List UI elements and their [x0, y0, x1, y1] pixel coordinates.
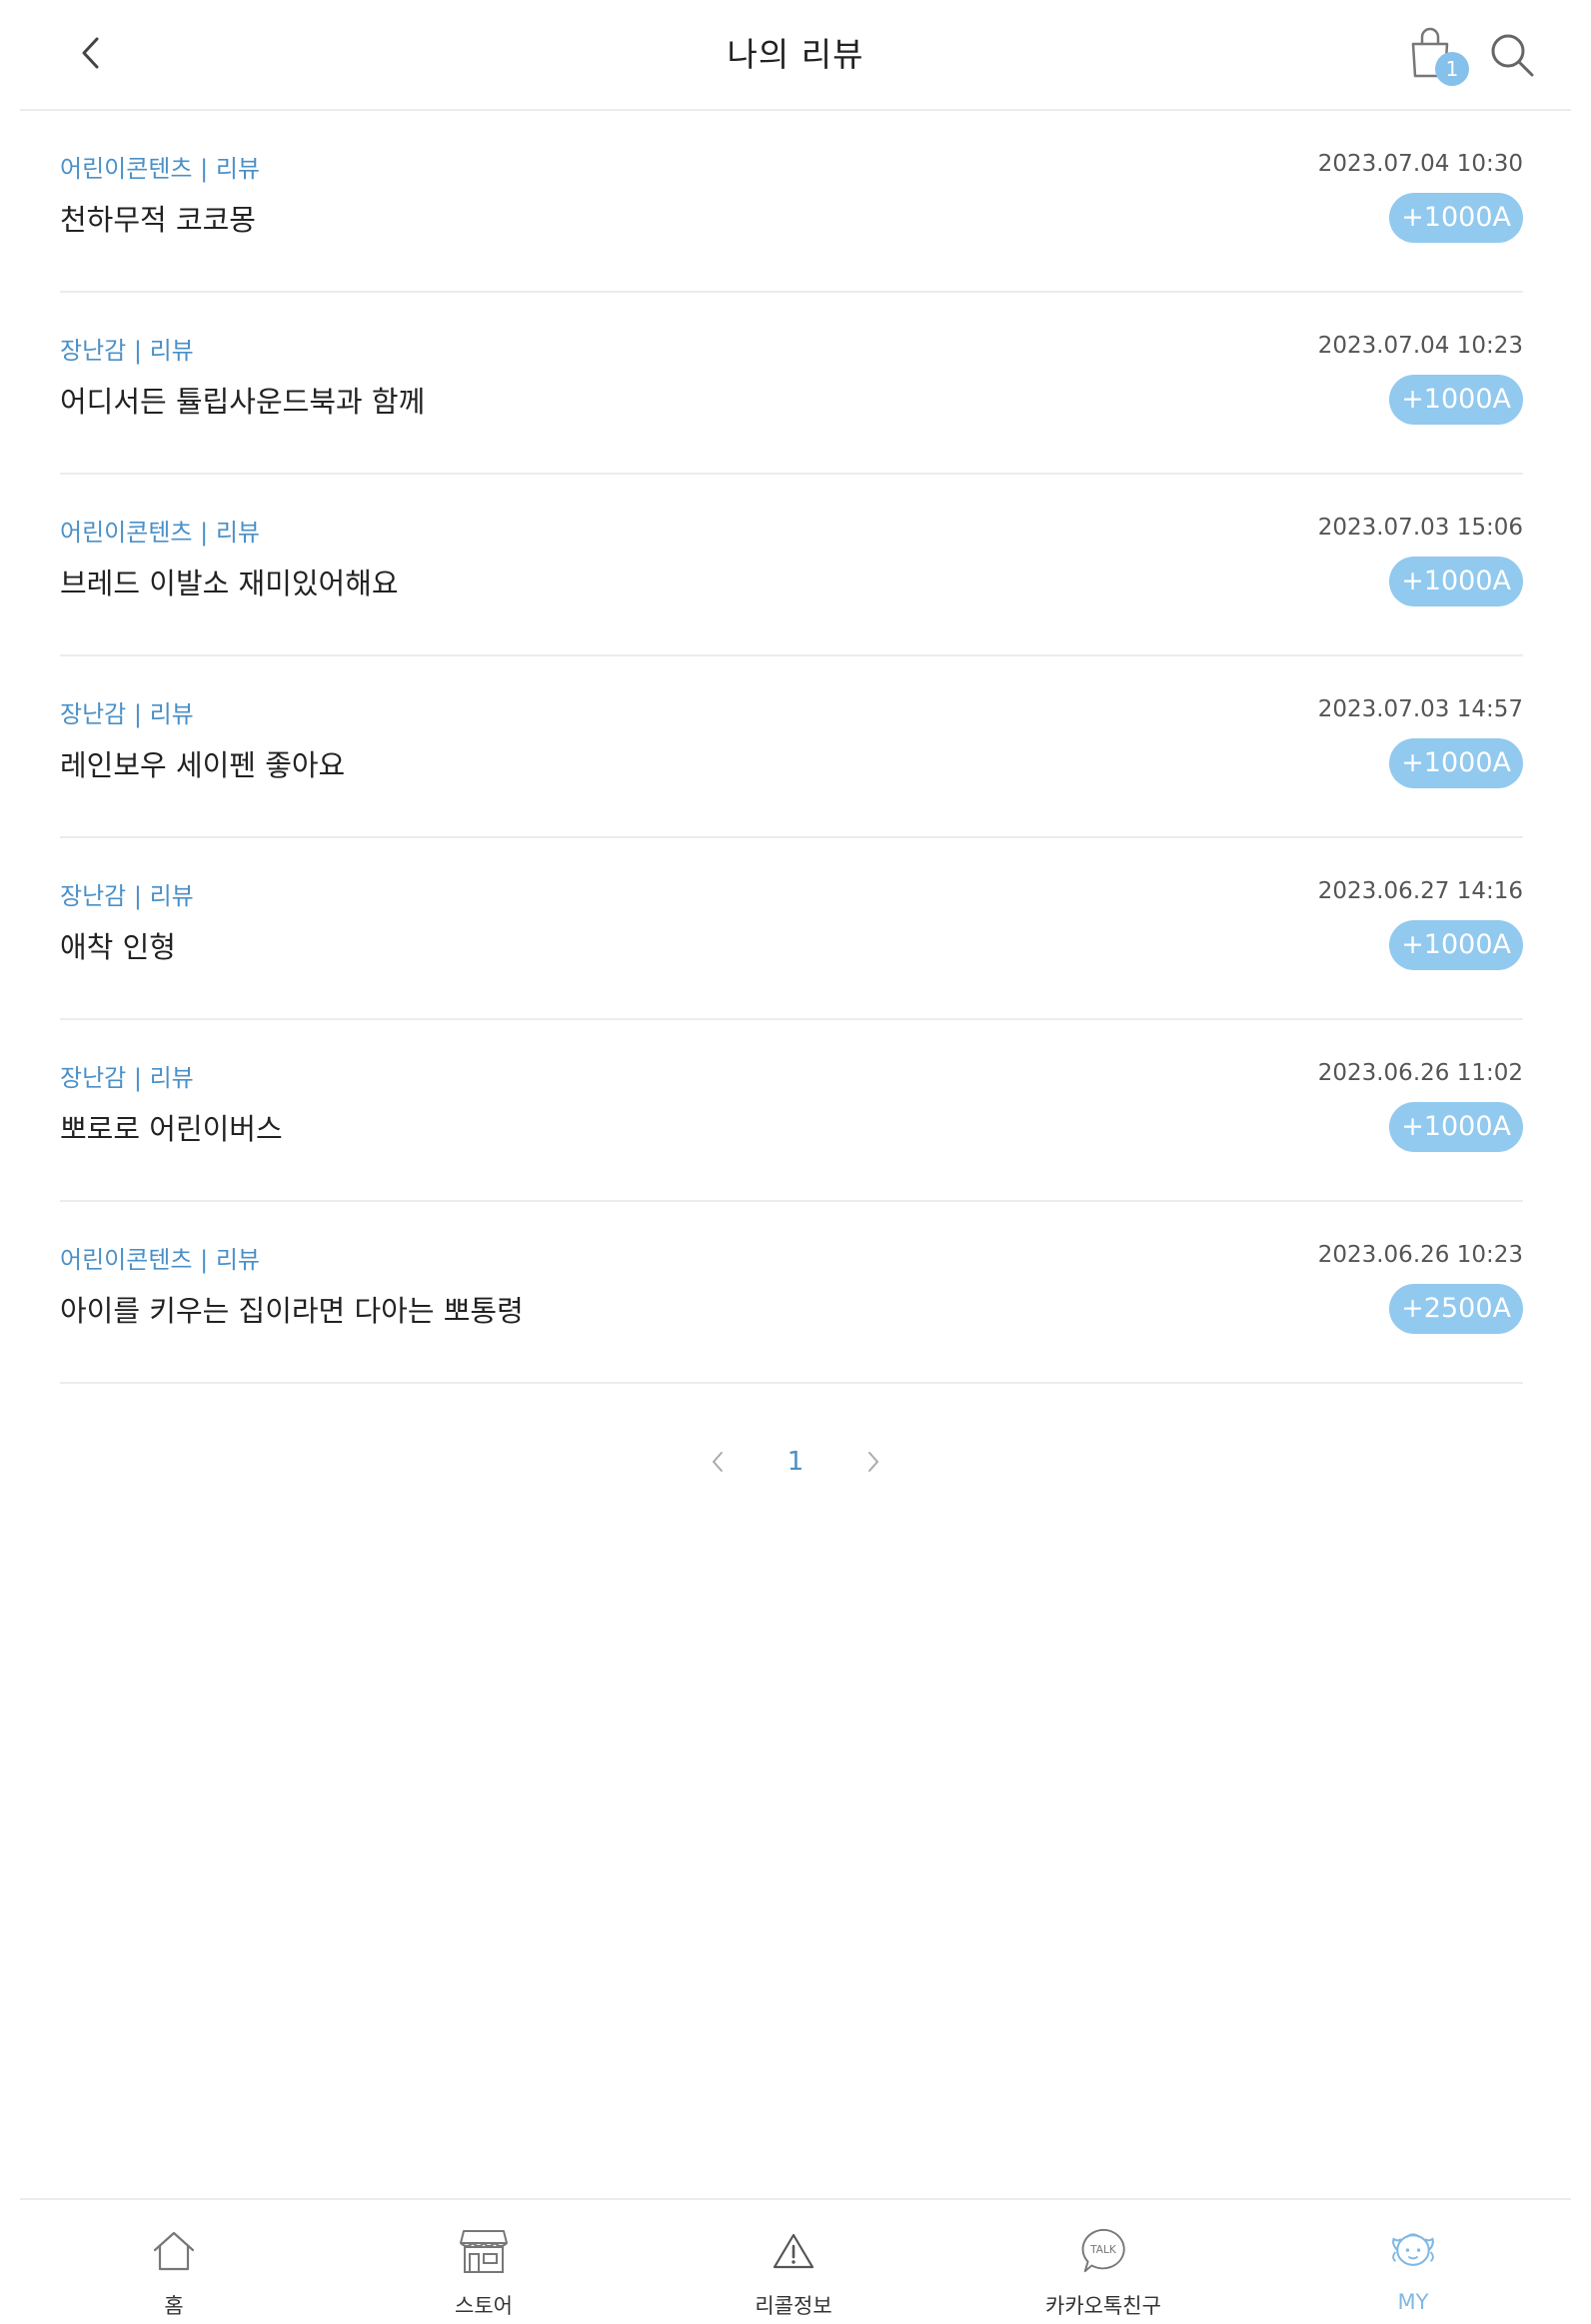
- review-category: 장난감 | 리뷰: [60, 337, 194, 365]
- search-icon: [1491, 34, 1534, 77]
- review-date: 2023.07.04 10:30: [1317, 151, 1523, 177]
- page-number[interactable]: 1: [788, 1447, 804, 1477]
- point-badge: +1000A: [1389, 375, 1523, 425]
- nav-label: 홈: [164, 2294, 184, 2318]
- svg-text:TALK: TALK: [1089, 2244, 1117, 2256]
- review-item[interactable]: 장난감 | 리뷰 애착 인형 2023.06.27 14:16 +1000A: [60, 838, 1523, 1020]
- point-badge: +2500A: [1389, 1284, 1523, 1334]
- pagination: 1: [0, 1437, 1591, 1487]
- nav-label: MY: [1397, 2290, 1429, 2314]
- review-date: 2023.06.27 14:16: [1317, 878, 1523, 904]
- review-list: 어린이콘텐츠 | 리뷰 천하무적 코코몽 2023.07.04 10:30 +1…: [60, 111, 1523, 1384]
- review-date: 2023.07.04 10:23: [1317, 333, 1523, 359]
- chevron-right-icon: [868, 1452, 879, 1472]
- baby-face-icon: [1392, 2233, 1434, 2266]
- review-item[interactable]: 어린이콘텐츠 | 리뷰 천하무적 코코몽 2023.07.04 10:30 +1…: [60, 111, 1523, 293]
- point-badge: +1000A: [1389, 193, 1523, 243]
- review-title: 레인보우 세이펜 좋아요: [60, 748, 346, 782]
- prev-page-button[interactable]: [706, 1444, 730, 1480]
- review-date: 2023.07.03 15:06: [1317, 515, 1523, 541]
- review-title: 어디서든 튤립사운드북과 함께: [60, 385, 426, 419]
- warning-icon: [773, 2233, 814, 2269]
- bottom-nav: 홈 스토어 리콜정보 TALK 카카오톡친구 MY: [20, 2198, 1571, 2324]
- top-header: 나의 리뷰 1: [20, 0, 1571, 111]
- review-title: 브레드 이발소 재미있어해요: [60, 567, 399, 600]
- home-icon: [153, 2231, 195, 2271]
- review-category: 어린이콘텐츠 | 리뷰: [60, 519, 260, 547]
- nav-item-store[interactable]: 스토어: [384, 2200, 584, 2324]
- nav-label: 카카오톡친구: [1045, 2294, 1161, 2318]
- nav-item-kakaotalk[interactable]: TALK 카카오톡친구: [1003, 2200, 1203, 2324]
- review-item[interactable]: 장난감 | 리뷰 어디서든 튤립사운드북과 함께 2023.07.04 10:2…: [60, 293, 1523, 475]
- review-title: 천하무적 코코몽: [60, 203, 256, 237]
- review-category: 장난감 | 리뷰: [60, 1064, 194, 1092]
- nav-label: 스토어: [455, 2294, 513, 2318]
- review-item[interactable]: 장난감 | 리뷰 레인보우 세이펜 좋아요 2023.07.03 14:57 +…: [60, 656, 1523, 838]
- point-badge: +1000A: [1389, 738, 1523, 788]
- review-date: 2023.06.26 10:23: [1317, 1242, 1523, 1268]
- review-item[interactable]: 장난감 | 리뷰 뽀로로 어린이버스 2023.06.26 11:02 +100…: [60, 1020, 1523, 1202]
- review-category: 장난감 | 리뷰: [60, 882, 194, 910]
- review-title: 뽀로로 어린이버스: [60, 1112, 283, 1146]
- nav-item-my[interactable]: MY: [1313, 2200, 1513, 2324]
- point-badge: +1000A: [1389, 920, 1523, 970]
- review-title: 아이를 키우는 집이라면 다아는 뽀통령: [60, 1294, 524, 1328]
- point-badge: +1000A: [1389, 1102, 1523, 1152]
- next-page-button[interactable]: [861, 1444, 885, 1480]
- review-date: 2023.06.26 11:02: [1317, 1060, 1523, 1086]
- talk-bubble-icon: TALK: [1081, 2228, 1125, 2273]
- store-icon: [460, 2230, 508, 2273]
- nav-item-home[interactable]: 홈: [74, 2200, 274, 2324]
- point-badge: +1000A: [1389, 557, 1523, 606]
- search-button[interactable]: [1479, 22, 1545, 88]
- review-date: 2023.07.03 14:57: [1317, 696, 1523, 722]
- cart-button[interactable]: 1: [1401, 22, 1469, 88]
- review-item[interactable]: 어린이콘텐츠 | 리뷰 아이를 키우는 집이라면 다아는 뽀통령 2023.06…: [60, 1202, 1523, 1384]
- review-category: 어린이콘텐츠 | 리뷰: [60, 155, 260, 183]
- page-title: 나의 리뷰: [727, 35, 864, 74]
- review-category: 장난감 | 리뷰: [60, 700, 194, 728]
- review-item[interactable]: 어린이콘텐츠 | 리뷰 브레드 이발소 재미있어해요 2023.07.03 15…: [60, 475, 1523, 656]
- review-category: 어린이콘텐츠 | 리뷰: [60, 1246, 260, 1274]
- chevron-left-icon: [712, 1452, 723, 1472]
- cart-count-badge: 1: [1435, 52, 1469, 86]
- review-title: 애착 인형: [60, 930, 176, 964]
- nav-label: 리콜정보: [755, 2294, 832, 2318]
- nav-item-recall[interactable]: 리콜정보: [694, 2200, 893, 2324]
